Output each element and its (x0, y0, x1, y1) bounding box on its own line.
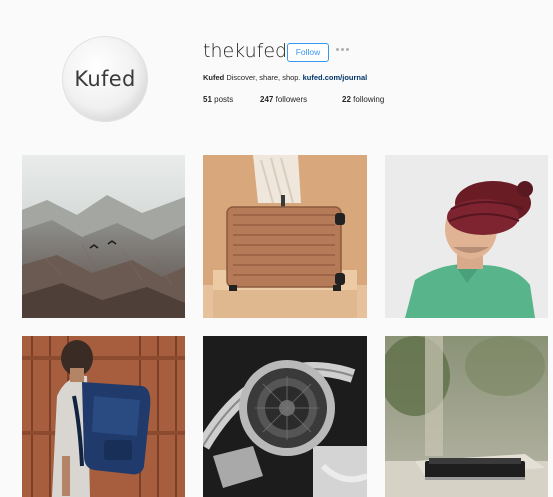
posts-count: 51 (203, 95, 212, 104)
follow-button[interactable]: Follow (287, 43, 329, 62)
bio-text: Discover, share, shop. (226, 73, 301, 82)
profile-username: thekufed (203, 40, 288, 62)
profile-page: Kufed thekufed Follow Kufed Discover, sh… (0, 0, 553, 497)
profile-stats: 51 posts 247 followers 22 following (203, 95, 384, 104)
post-man-with-pillow[interactable] (385, 155, 548, 318)
profile-bio: Kufed Discover, share, shop. kufed.com/j… (203, 73, 367, 82)
more-options-icon[interactable] (336, 48, 349, 51)
following-label: following (353, 95, 385, 104)
avatar[interactable]: Kufed (62, 36, 148, 122)
post-mountain-landscape[interactable] (22, 155, 185, 318)
posts-label: posts (214, 95, 234, 104)
avatar-logo-text: Kufed (74, 67, 136, 91)
bio-name: Kufed (203, 73, 225, 82)
post-man-with-backpack[interactable] (22, 336, 185, 497)
followers-stat[interactable]: 247 followers (260, 95, 342, 104)
post-headphones[interactable] (203, 336, 367, 497)
followers-count: 247 (260, 95, 274, 104)
bio-link[interactable]: kufed.com/journal (303, 73, 368, 82)
followers-label: followers (275, 95, 308, 104)
following-count: 22 (342, 95, 351, 104)
post-copper-suitcase[interactable] (203, 155, 367, 318)
post-device-on-table[interactable] (385, 336, 548, 497)
posts-stat: 51 posts (203, 95, 260, 104)
following-stat[interactable]: 22 following (342, 95, 384, 104)
